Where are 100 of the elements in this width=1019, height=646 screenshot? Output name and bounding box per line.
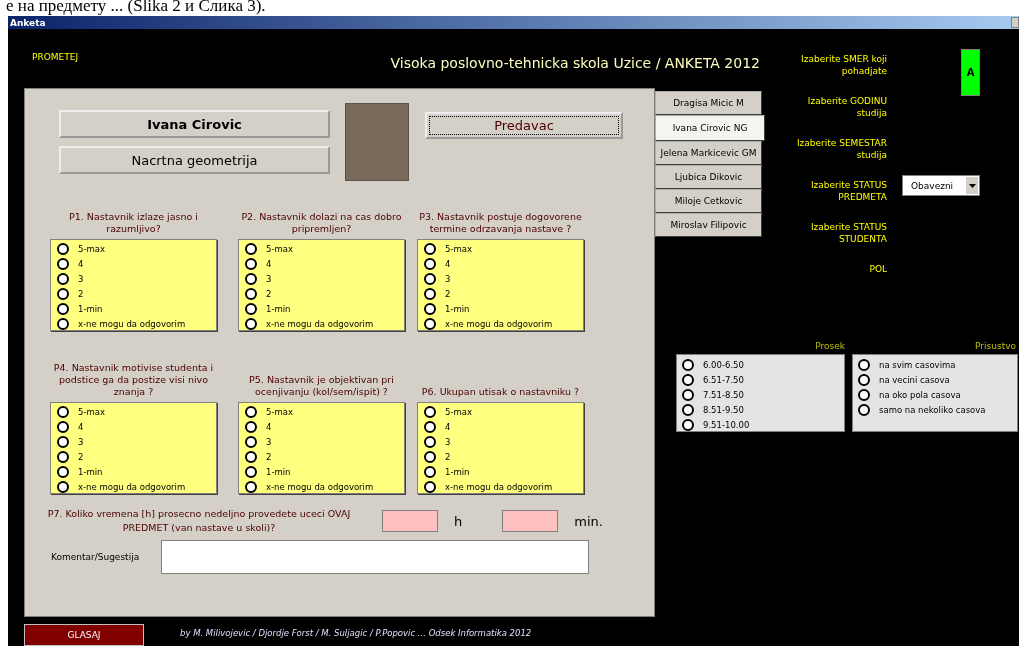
- radio-option[interactable]: 8.51-9.50: [682, 402, 844, 417]
- teacher-tab[interactable]: Ljubica Dikovic: [655, 165, 762, 189]
- radio-button[interactable]: [682, 358, 694, 371]
- radio-option[interactable]: 2: [424, 286, 583, 301]
- radio-option[interactable]: 1-min: [57, 464, 216, 479]
- radio-button[interactable]: [245, 257, 257, 270]
- radio-button[interactable]: [424, 405, 436, 418]
- radio-button[interactable]: [424, 465, 436, 478]
- radio-button[interactable]: [57, 272, 69, 285]
- radio-option[interactable]: x-ne mogu da odgovorim: [57, 316, 216, 331]
- radio-button[interactable]: [57, 302, 69, 315]
- radio-button[interactable]: [245, 435, 257, 448]
- radio-option[interactable]: 3: [57, 434, 216, 449]
- radio-button[interactable]: [245, 420, 257, 433]
- radio-button[interactable]: [245, 287, 257, 300]
- radio-button[interactable]: [858, 403, 870, 416]
- radio-button[interactable]: [245, 405, 257, 418]
- status-dropdown[interactable]: Obavezni: [902, 175, 980, 196]
- radio-option[interactable]: 3: [245, 271, 404, 286]
- radio-button[interactable]: [424, 257, 436, 270]
- radio-option[interactable]: 3: [245, 434, 404, 449]
- radio-option[interactable]: 2: [424, 449, 583, 464]
- radio-button[interactable]: [858, 358, 870, 371]
- radio-option[interactable]: 6.00-6.50: [682, 357, 844, 372]
- teacher-name-button[interactable]: Ivana Cirovic: [59, 110, 330, 138]
- radio-option[interactable]: x-ne mogu da odgovorim: [245, 316, 404, 331]
- radio-option[interactable]: 5-max: [424, 404, 583, 419]
- teacher-tab[interactable]: Miroslav Filipovic: [655, 213, 762, 237]
- radio-option[interactable]: 2: [57, 449, 216, 464]
- radio-option[interactable]: 1-min: [424, 301, 583, 316]
- radio-option[interactable]: 5-max: [424, 241, 583, 256]
- radio-option[interactable]: x-ne mogu da odgovorim: [245, 479, 404, 494]
- radio-button[interactable]: [245, 242, 257, 255]
- radio-button[interactable]: [245, 317, 257, 330]
- radio-button[interactable]: [245, 465, 257, 478]
- radio-button[interactable]: [424, 317, 436, 330]
- radio-button[interactable]: [245, 302, 257, 315]
- radio-option[interactable]: 7.51-8.50: [682, 387, 844, 402]
- radio-option[interactable]: 3: [57, 271, 216, 286]
- close-button[interactable]: [1011, 17, 1019, 28]
- radio-button[interactable]: [682, 418, 694, 431]
- radio-button[interactable]: [245, 480, 257, 493]
- radio-button[interactable]: [424, 450, 436, 463]
- radio-option[interactable]: 4: [424, 419, 583, 434]
- caret-icon[interactable]: [966, 177, 978, 194]
- radio-button[interactable]: [424, 480, 436, 493]
- teacher-tab[interactable]: Dragisa Micic M: [655, 91, 762, 115]
- radio-option[interactable]: 2: [245, 449, 404, 464]
- teacher-tab[interactable]: Ivana Cirovic NG: [655, 115, 765, 141]
- radio-button[interactable]: [57, 435, 69, 448]
- radio-option[interactable]: 2: [57, 286, 216, 301]
- radio-option[interactable]: 5-max: [57, 241, 216, 256]
- radio-option[interactable]: 4: [245, 256, 404, 271]
- radio-option[interactable]: 1-min: [424, 464, 583, 479]
- radio-option[interactable]: 3: [424, 434, 583, 449]
- subject-button[interactable]: Nacrtna geometrija: [59, 146, 330, 174]
- radio-option[interactable]: x-ne mogu da odgovorim: [57, 479, 216, 494]
- radio-button[interactable]: [682, 403, 694, 416]
- radio-option[interactable]: 4: [57, 256, 216, 271]
- radio-button[interactable]: [682, 373, 694, 386]
- radio-option[interactable]: 6.51-7.50: [682, 372, 844, 387]
- comment-field[interactable]: [161, 540, 589, 574]
- radio-button[interactable]: [57, 317, 69, 330]
- radio-button[interactable]: [424, 302, 436, 315]
- radio-option[interactable]: na oko pola casova: [858, 387, 1017, 402]
- radio-option[interactable]: 3: [424, 271, 583, 286]
- role-button[interactable]: Predavac: [425, 112, 623, 139]
- radio-button[interactable]: [424, 287, 436, 300]
- radio-option[interactable]: samo na nekoliko casova: [858, 402, 1017, 417]
- radio-option[interactable]: 4: [245, 419, 404, 434]
- radio-option[interactable]: 9.51-10.00: [682, 417, 844, 432]
- radio-button[interactable]: [57, 287, 69, 300]
- radio-button[interactable]: [424, 420, 436, 433]
- radio-button[interactable]: [858, 388, 870, 401]
- hours-field[interactable]: [382, 510, 438, 532]
- radio-option[interactable]: 1-min: [245, 464, 404, 479]
- radio-option[interactable]: 5-max: [57, 404, 216, 419]
- radio-button[interactable]: [245, 450, 257, 463]
- radio-option[interactable]: 4: [57, 419, 216, 434]
- teacher-tab[interactable]: Miloje Cetkovic: [655, 189, 762, 213]
- vote-button[interactable]: GLASAJ: [24, 624, 144, 646]
- radio-option[interactable]: na vecini casova: [858, 372, 1017, 387]
- radio-button[interactable]: [682, 388, 694, 401]
- radio-option[interactable]: 5-max: [245, 241, 404, 256]
- radio-button[interactable]: [424, 242, 436, 255]
- radio-button[interactable]: [858, 373, 870, 386]
- radio-button[interactable]: [57, 450, 69, 463]
- radio-button[interactable]: [57, 257, 69, 270]
- radio-option[interactable]: 5-max: [245, 404, 404, 419]
- radio-option[interactable]: x-ne mogu da odgovorim: [424, 479, 583, 494]
- radio-button[interactable]: [57, 480, 69, 493]
- radio-option[interactable]: 2: [245, 286, 404, 301]
- teacher-tab[interactable]: Jelena Markicevic GM: [655, 141, 762, 165]
- radio-option[interactable]: 4: [424, 256, 583, 271]
- radio-button[interactable]: [57, 420, 69, 433]
- radio-button[interactable]: [57, 405, 69, 418]
- radio-button[interactable]: [57, 242, 69, 255]
- radio-button[interactable]: [57, 465, 69, 478]
- radio-option[interactable]: na svim casovima: [858, 357, 1017, 372]
- radio-option[interactable]: 1-min: [57, 301, 216, 316]
